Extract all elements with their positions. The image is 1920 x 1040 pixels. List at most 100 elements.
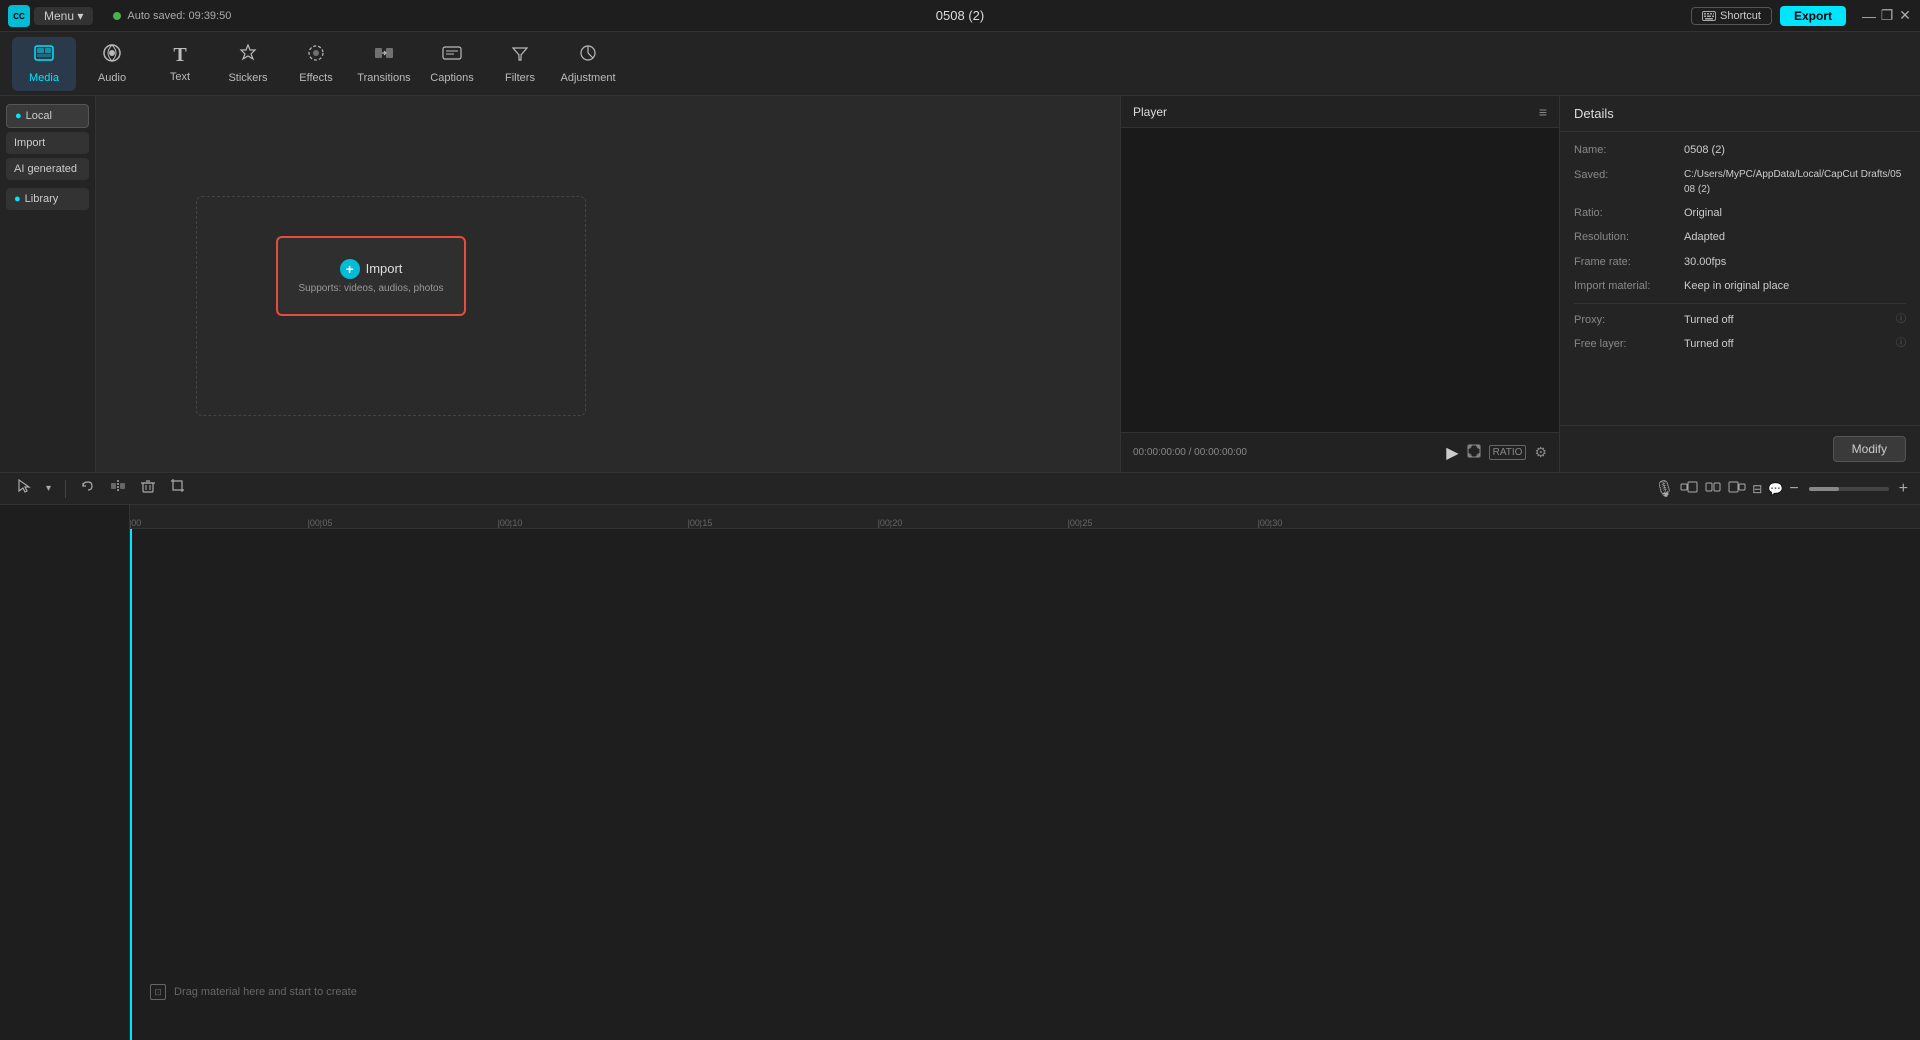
text-label: Text	[170, 71, 190, 83]
modify-button[interactable]: Modify	[1833, 436, 1906, 462]
ruler-tick-30	[1270, 520, 1271, 528]
player-menu-icon[interactable]: ≡	[1539, 104, 1547, 120]
local-label: Local	[26, 110, 52, 122]
ruler-tick-0	[130, 520, 131, 528]
drag-hint-icon: ⊡	[150, 984, 166, 1000]
restore-button[interactable]: ❐	[1880, 9, 1894, 23]
tl-zoom-out[interactable]	[1680, 480, 1698, 497]
toolbar-effects[interactable]: Effects	[284, 37, 348, 91]
details-panel: Details Name: 0508 (2) Saved: C:/Users/M…	[1560, 96, 1920, 472]
proxy-info-icon[interactable]: ⓘ	[1896, 312, 1906, 329]
tl-minus[interactable]: −	[1789, 480, 1798, 498]
logo-area: CC Menu ▾	[8, 5, 93, 27]
resolution-label: Resolution:	[1574, 229, 1684, 246]
top-right-controls: Shortcut Export — ❐ ✕	[1691, 6, 1912, 26]
play-button[interactable]: ▶	[1446, 443, 1458, 463]
library-dot: ●	[14, 193, 21, 205]
fullscreen-icon[interactable]	[1467, 444, 1481, 461]
ruler-tick-20	[890, 520, 891, 528]
detail-row-name: Name: 0508 (2)	[1574, 142, 1906, 159]
ruler-mark-0: 00:00	[130, 518, 141, 528]
timeline-left-gutter	[0, 505, 130, 1040]
close-button[interactable]: ✕	[1898, 9, 1912, 23]
free-layer-value: Turned off	[1684, 336, 1892, 353]
transitions-icon	[374, 43, 394, 68]
select-tool[interactable]	[12, 476, 36, 501]
import-material-value: Keep in original place	[1684, 278, 1906, 295]
ruler-tick-15	[700, 520, 701, 528]
timeline-toolbar: ▾	[0, 473, 1920, 505]
saved-value: C:/Users/MyPC/AppData/Local/CapCut Draft…	[1684, 167, 1906, 197]
name-value: 0508 (2)	[1684, 142, 1906, 159]
window-controls: — ❐ ✕	[1862, 9, 1912, 23]
free-layer-info-icon[interactable]: ⓘ	[1896, 336, 1906, 353]
delete-button[interactable]	[136, 476, 160, 501]
details-content: Name: 0508 (2) Saved: C:/Users/MyPC/AppD…	[1560, 132, 1920, 425]
toolbar-stickers[interactable]: Stickers	[216, 37, 280, 91]
export-button[interactable]: Export	[1780, 6, 1846, 26]
tl-split-view[interactable]: ⊟	[1752, 482, 1762, 496]
shortcut-button[interactable]: Shortcut	[1691, 7, 1772, 25]
toolbar-filters[interactable]: Filters	[488, 37, 552, 91]
ratio-icon[interactable]: RATIO	[1489, 445, 1527, 460]
stickers-label: Stickers	[228, 72, 267, 84]
adjustment-icon	[578, 43, 598, 68]
toolbar-text[interactable]: T Text	[148, 37, 212, 91]
library-label: Library	[25, 193, 59, 205]
drag-hint: ⊡ Drag material here and start to create	[150, 984, 357, 1000]
captions-icon	[442, 43, 462, 68]
audio-label: Audio	[98, 72, 126, 84]
ai-generated-button[interactable]: AI generated	[6, 158, 89, 180]
undo-button[interactable]	[76, 476, 100, 501]
import-plus-icon: +	[340, 259, 360, 279]
mic-button[interactable]: 🎙	[1654, 479, 1674, 499]
details-header: Details	[1560, 96, 1920, 132]
toolbar-captions[interactable]: Captions	[420, 37, 484, 91]
playhead[interactable]	[130, 529, 132, 1040]
timeline-section: ▾	[0, 472, 1920, 1040]
proxy-label: Proxy:	[1574, 312, 1684, 329]
keyboard-icon	[1702, 11, 1716, 21]
tl-comment[interactable]: 💬	[1768, 482, 1783, 496]
minimize-button[interactable]: —	[1862, 9, 1876, 23]
saved-label: Saved:	[1574, 167, 1684, 197]
split-button[interactable]	[106, 476, 130, 501]
select-dropdown[interactable]: ▾	[42, 481, 55, 496]
tl-fit[interactable]	[1704, 480, 1722, 497]
drag-hint-text: Drag material here and start to create	[174, 986, 357, 998]
zoom-slider-track	[1809, 487, 1889, 491]
toolbar-media[interactable]: Media	[12, 37, 76, 91]
toolbar-transitions[interactable]: Transitions	[352, 37, 416, 91]
framerate-label: Frame rate:	[1574, 254, 1684, 271]
media-icon	[34, 43, 54, 68]
ai-label: AI generated	[14, 163, 77, 175]
local-button[interactable]: ● Local	[6, 104, 89, 128]
import-label: Import	[14, 137, 45, 149]
ruler-tick-5	[320, 520, 321, 528]
captions-label: Captions	[430, 72, 473, 84]
shortcut-label: Shortcut	[1720, 10, 1761, 22]
menu-button[interactable]: Menu ▾	[34, 7, 93, 25]
svg-text:CC: CC	[13, 12, 25, 21]
resolution-value: Adapted	[1684, 229, 1906, 246]
transitions-label: Transitions	[357, 72, 410, 84]
player-header: Player ≡	[1121, 96, 1559, 128]
media-content-area: + Import Supports: videos, audios, photo…	[96, 96, 1120, 472]
crop-button[interactable]	[166, 476, 190, 501]
tl-zoom-in[interactable]	[1728, 480, 1746, 497]
import-drop-box[interactable]: + Import Supports: videos, audios, photo…	[276, 236, 466, 316]
tl-divider-1	[65, 480, 66, 498]
detail-row-free-layer: Free layer: Turned off ⓘ	[1574, 336, 1906, 353]
toolbar-adjustment[interactable]: Adjustment	[556, 37, 620, 91]
toolbar-audio[interactable]: Audio	[80, 37, 144, 91]
import-button[interactable]: Import	[6, 132, 89, 154]
settings-icon[interactable]: ⚙	[1534, 444, 1547, 461]
filters-label: Filters	[505, 72, 535, 84]
effects-label: Effects	[299, 72, 332, 84]
tl-plus[interactable]: +	[1899, 480, 1908, 498]
ratio-value: Original	[1684, 205, 1906, 222]
library-button[interactable]: ● Library	[6, 188, 89, 210]
details-divider	[1574, 303, 1906, 304]
detail-row-saved: Saved: C:/Users/MyPC/AppData/Local/CapCu…	[1574, 167, 1906, 197]
zoom-slider-thumb[interactable]	[1809, 487, 1839, 491]
